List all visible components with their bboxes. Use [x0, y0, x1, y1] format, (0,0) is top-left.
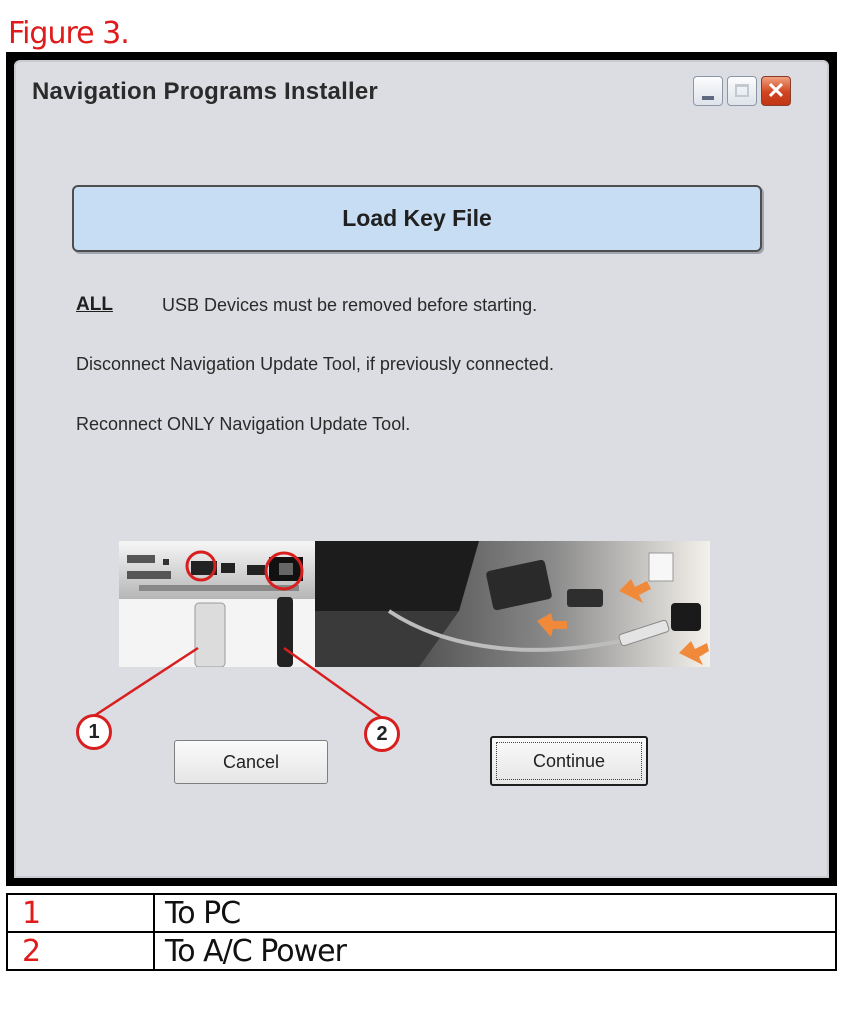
cancel-button[interactable]: Cancel	[174, 740, 328, 784]
minimize-button[interactable]	[693, 76, 723, 106]
header-title: Load Key File	[342, 205, 492, 231]
instruction-disconnect: Disconnect Navigation Update Tool, if pr…	[76, 354, 554, 374]
load-key-file-header: Load Key File	[72, 185, 762, 252]
instruction-reconnect: Reconnect ONLY Navigation Update Tool.	[76, 414, 411, 434]
maximize-icon	[735, 84, 749, 97]
legend-text: To PC	[153, 893, 837, 933]
maximize-button[interactable]	[727, 76, 757, 106]
figure-title: Figure 3.	[8, 16, 130, 51]
window-title: Navigation Programs Installer	[32, 78, 378, 105]
legend-row: 1 To PC	[6, 893, 837, 933]
cancel-button-label: Cancel	[222, 751, 280, 772]
continue-button[interactable]: Continue	[490, 736, 648, 786]
close-button[interactable]: ✕	[761, 76, 791, 106]
callout-1: 1	[76, 714, 112, 750]
legend-row: 2 To A/C Power	[6, 931, 837, 971]
window-titlebar[interactable]: Navigation Programs Installer ✕	[16, 62, 827, 118]
legend-number: 1	[6, 893, 155, 933]
focus-ring	[496, 742, 642, 780]
legend-table: 1 To PC 2 To A/C Power	[6, 893, 837, 971]
all-emphasis: ALL	[76, 294, 113, 315]
figure-frame: Navigation Programs Installer ✕ Load Key…	[6, 52, 837, 886]
close-icon: ✕	[766, 78, 786, 103]
installer-window: Navigation Programs Installer ✕ Load Key…	[14, 60, 829, 878]
instruction-usb-removal: USB Devices must be removed before start…	[162, 295, 538, 315]
connection-illustration	[119, 541, 710, 667]
legend-text: To A/C Power	[153, 931, 837, 971]
callout-2: 2	[364, 716, 400, 752]
minimize-icon	[702, 96, 714, 100]
legend-number: 2	[6, 931, 155, 971]
